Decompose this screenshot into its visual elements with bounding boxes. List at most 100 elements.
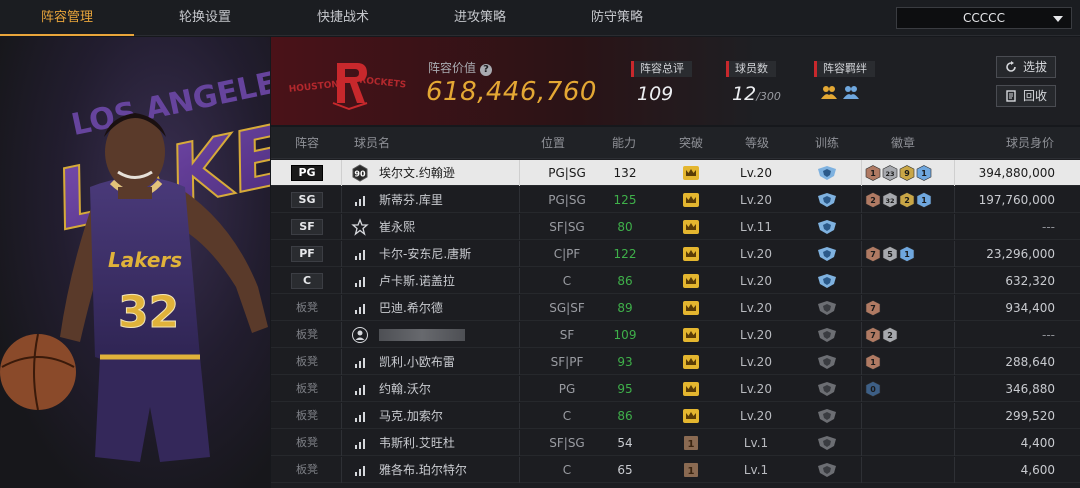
badge-icon[interactable]: 7 [865, 300, 881, 316]
bond-gold-icon[interactable] [820, 83, 838, 101]
player-name[interactable]: 斯蒂芬.库里 [379, 187, 443, 213]
player-level: Lv.20 [740, 301, 772, 315]
svg-text:32: 32 [118, 287, 179, 338]
column-divider [341, 403, 342, 429]
training-icon[interactable] [817, 274, 837, 288]
player-name[interactable]: 约翰.沃尔 [379, 376, 431, 402]
table-row[interactable]: 板凳 SF 109 Lv.20 7 2 --- [271, 322, 1080, 348]
recycle-button-label: 回收 [1023, 89, 1048, 103]
player-name[interactable]: 韦斯利.艾旺杜 [379, 430, 455, 456]
team-select-dropdown[interactable]: CCCCC [896, 7, 1072, 29]
training-icon[interactable] [817, 382, 837, 396]
crown-icon [683, 355, 699, 369]
houston-rockets-logo: HOUSTON ROCKETS [288, 63, 407, 111]
tab-lineup-management[interactable]: 阵容管理 [0, 0, 134, 36]
table-row[interactable]: 板凳 马克.加索尔 C 86 Lv.20 299,520 [271, 403, 1080, 429]
badge-list: 1 23 9 1 [865, 165, 933, 181]
table-row[interactable]: 板凳 雅各布.珀尔特尔 C 65 1 Lv.1 4,600 [271, 457, 1080, 483]
table-row[interactable]: 板凳 巴迪.希尔德 SG|SF 89 Lv.20 7 934,400 [271, 295, 1080, 321]
user-icon [352, 327, 368, 343]
training-icon[interactable] [817, 220, 837, 234]
player-count-value: 12/300 [726, 83, 781, 105]
badge-icon[interactable]: 1 [865, 165, 881, 181]
draft-button[interactable]: 选拔 [996, 56, 1056, 78]
column-divider [954, 268, 955, 294]
training-icon[interactable] [817, 436, 837, 450]
column-divider [954, 241, 955, 267]
tab-offense-strategy[interactable]: 进攻策略 [413, 0, 547, 36]
header-player-name: 球员名 [354, 136, 391, 150]
badge-list: 72 [865, 327, 899, 343]
player-name[interactable]: 马克.加索尔 [379, 403, 443, 429]
player-count-label: 球员数 [726, 61, 776, 77]
slot-badge: SG [291, 192, 323, 208]
svg-text:2: 2 [887, 331, 893, 340]
player-name[interactable]: 雅各布.珀尔特尔 [379, 457, 467, 483]
table-row[interactable]: 板凳 约翰.沃尔 PG 95 Lv.20 0 346,880 [271, 376, 1080, 402]
player-name[interactable]: 卡尔-安东尼.唐斯 [379, 241, 471, 267]
training-icon[interactable] [817, 193, 837, 207]
table-row[interactable]: 板凳 凯利.小欧布雷 SF|PF 93 Lv.20 1 288,640 [271, 349, 1080, 375]
training-icon[interactable] [817, 166, 837, 180]
signal-icon [355, 385, 365, 395]
bond-blue-icon[interactable] [842, 83, 860, 101]
slot-badge: PF [291, 246, 323, 262]
training-icon[interactable] [817, 355, 837, 369]
badge-icon[interactable]: 9 [899, 165, 915, 181]
badge-icon[interactable]: 2 [865, 192, 881, 208]
table-row[interactable]: PG 90 埃尔文.约翰逊 PG|SG 132 Lv.20 1 23 9 1 394,880,000 [271, 160, 1080, 186]
tab-quick-tactics[interactable]: 快捷战术 [276, 0, 410, 36]
chevron-down-icon [1053, 16, 1063, 22]
lineup-rating-label: 阵容总评 [631, 61, 692, 77]
training-icon[interactable] [817, 247, 837, 261]
badge-icon[interactable]: 1 [916, 165, 932, 181]
table-row[interactable]: PF 卡尔-安东尼.唐斯 C|PF 122 Lv.20 7 5 1 23,296,000 [271, 241, 1080, 267]
svg-text:Lakers: Lakers [108, 248, 182, 272]
column-divider [861, 376, 862, 402]
badge-list: 1 [865, 354, 882, 370]
player-name[interactable]: 巴迪.希尔德 [379, 295, 443, 321]
badge-icon[interactable]: 2 [899, 192, 915, 208]
training-icon[interactable] [817, 463, 837, 477]
table-row[interactable]: 板凳 韦斯利.艾旺杜 SF|SG 54 1 Lv.1 4,400 [271, 430, 1080, 456]
table-header: 阵容 球员名 位置 能力 突破 等级 训练 徽章 球员身价 [271, 127, 1080, 159]
crown-icon [683, 409, 699, 423]
column-divider [954, 349, 955, 375]
tab-defense-strategy[interactable]: 防守策略 [550, 0, 684, 36]
player-ability: 93 [617, 355, 633, 369]
badge-icon[interactable]: 23 [882, 165, 898, 181]
tab-rotation-settings[interactable]: 轮换设置 [138, 0, 272, 36]
badge-icon[interactable]: 1 [899, 246, 915, 262]
player-name[interactable]: 卢卡斯.诺盖拉 [379, 268, 455, 294]
player-name[interactable]: 凯利.小欧布雷 [379, 349, 455, 375]
crown-icon [683, 220, 699, 234]
badge-icon[interactable]: 32 [882, 192, 898, 208]
column-divider [954, 187, 955, 213]
badge-icon[interactable]: 7 [865, 327, 881, 343]
table-row[interactable]: SG 斯蒂芬.库里 PG|SG 125 Lv.20 2 32 2 1 197,760,000 [271, 187, 1080, 213]
player-ability: 89 [617, 301, 633, 315]
column-divider [341, 160, 342, 186]
badge-icon[interactable]: 2 [882, 327, 898, 343]
badge-icon[interactable]: 0 [865, 381, 881, 397]
column-divider [341, 214, 342, 240]
player-value: 346,880 [1005, 382, 1055, 396]
player-level: Lv.20 [740, 355, 772, 369]
help-icon[interactable]: ? [480, 64, 493, 76]
table-row[interactable]: C 卢卡斯.诺盖拉 C 86 Lv.20 632,320 [271, 268, 1080, 294]
player-name[interactable]: 崔永熙 [379, 214, 415, 240]
svg-text:23: 23 [885, 170, 894, 178]
badge-icon[interactable]: 7 [865, 246, 881, 262]
badge-icon[interactable]: 5 [882, 246, 898, 262]
badge-icon[interactable]: 1 [916, 192, 932, 208]
training-icon[interactable] [817, 328, 837, 342]
column-divider [341, 376, 342, 402]
training-icon[interactable] [817, 409, 837, 423]
player-name[interactable]: 埃尔文.约翰逊 [379, 160, 455, 186]
svg-text:1: 1 [921, 169, 927, 178]
table-row[interactable]: SF 崔永熙 SF|SG 80 Lv.11 --- [271, 214, 1080, 240]
badge-icon[interactable]: 1 [865, 354, 881, 370]
recycle-button[interactable]: 回收 [996, 85, 1056, 107]
training-icon[interactable] [817, 301, 837, 315]
header-level: 等级 [745, 136, 770, 150]
